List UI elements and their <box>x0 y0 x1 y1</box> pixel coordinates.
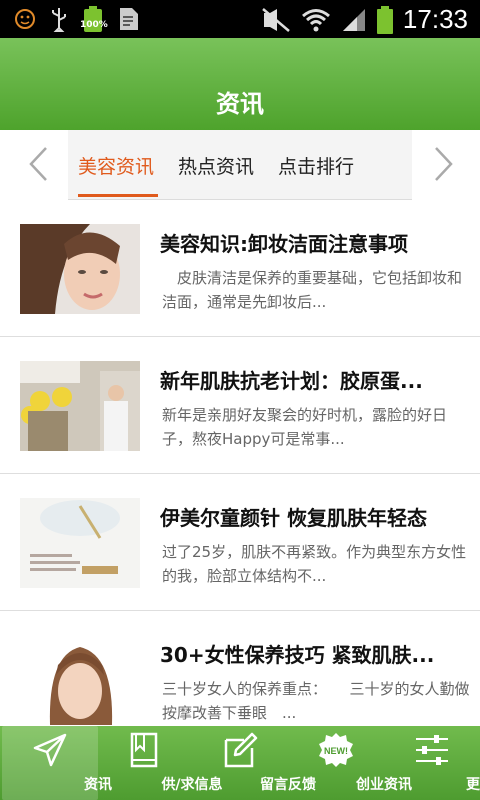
nav-feedback[interactable]: 留言反馈 <box>192 726 316 800</box>
new-badge-text: NEW! <box>324 746 348 756</box>
tabs-prev-button[interactable] <box>0 130 68 200</box>
category-tabs: 美容资讯 热点资讯 点击排行 <box>0 130 480 200</box>
article-thumbnail <box>20 224 140 314</box>
article-title: 伊美尔童颜针 恢复肌肤年轻态 <box>160 506 427 530</box>
nav-more[interactable]: 更多 <box>384 726 480 800</box>
tab-beauty-news[interactable]: 美容资讯 <box>78 152 154 179</box>
edit-icon <box>224 732 258 768</box>
active-tab-indicator <box>78 194 158 197</box>
article-thumbnail <box>20 635 140 725</box>
chevron-left-icon <box>29 147 47 181</box>
battery-percent: 100% <box>80 20 108 30</box>
clock: 17:33 <box>402 4 468 34</box>
nav-news[interactable]: 资讯 <box>2 726 112 800</box>
paper-plane-icon <box>33 733 67 767</box>
document-icon <box>120 8 138 30</box>
article-summary: 过了25岁，肌肤不再紧致。作为典型东方女性的我，脸部立体结构不... <box>162 543 467 585</box>
tab-click-ranking[interactable]: 点击排行 <box>278 152 354 179</box>
article-list: 美容知识:卸妆洁面注意事项 皮肤清洁是保养的重要基础，它包括卸妆和洁面，通常是先… <box>0 200 480 726</box>
nav-startup-news[interactable]: NEW! 创业资讯 <box>288 726 412 800</box>
mute-icon <box>262 7 290 32</box>
page-title: 资讯 <box>216 90 264 118</box>
article-summary: 三十岁女人的保养重点： 三十岁的女人勤做按摩改善下垂眼 ... <box>162 680 470 722</box>
article-summary: 皮肤清洁是保养的重要基础，它包括卸妆和洁面，通常是先卸妆后... <box>162 269 463 311</box>
article-thumbnail <box>20 498 140 588</box>
app-header: 资讯 <box>0 38 480 130</box>
sliders-icon <box>416 735 448 765</box>
chevron-right-icon <box>435 147 453 181</box>
battery-icon <box>376 5 393 34</box>
tabs-next-button[interactable] <box>412 130 480 200</box>
list-item[interactable]: 新年肌肤抗老计划：胶原蛋... 新年是亲朋好友聚会的好时机，露脸的好日子，熬夜H… <box>0 337 480 474</box>
article-title: 30+女性保养技巧 紧致肌肤... <box>160 643 435 667</box>
article-thumbnail <box>20 361 140 451</box>
list-item[interactable]: 美容知识:卸妆洁面注意事项 皮肤清洁是保养的重要基础，它包括卸妆和洁面，通常是先… <box>0 200 480 337</box>
signal-icon <box>342 8 365 31</box>
status-bar: 100% 17:33 <box>0 0 480 38</box>
nav-label: 更多 <box>466 777 480 793</box>
new-badge-icon: NEW! <box>319 733 353 767</box>
usb-icon <box>52 8 66 32</box>
battery-icon: 100% <box>80 6 108 32</box>
list-item[interactable]: 伊美尔童颜针 恢复肌肤年轻态 过了25岁，肌肤不再紧致。作为典型东方女性的我，脸… <box>0 474 480 611</box>
wifi-icon <box>301 8 330 31</box>
book-icon <box>130 732 158 768</box>
face-icon <box>15 9 35 29</box>
article-summary: 新年是亲朋好友聚会的好时机，露脸的好日子，熬夜Happy可是常事... <box>162 406 448 448</box>
tab-hot-news[interactable]: 热点资讯 <box>178 152 254 179</box>
article-title: 美容知识:卸妆洁面注意事项 <box>160 232 408 256</box>
article-title: 新年肌肤抗老计划：胶原蛋... <box>160 369 423 393</box>
nav-supply-demand[interactable]: 供/求信息 <box>96 726 223 800</box>
bottom-navigation: 资讯 供/求信息 留言反馈 NEW! 创业资讯 更多 <box>0 726 480 800</box>
list-item[interactable]: 30+女性保养技巧 紧致肌肤... 三十岁女人的保养重点： 三十岁的女人勤做按摩… <box>0 611 480 726</box>
